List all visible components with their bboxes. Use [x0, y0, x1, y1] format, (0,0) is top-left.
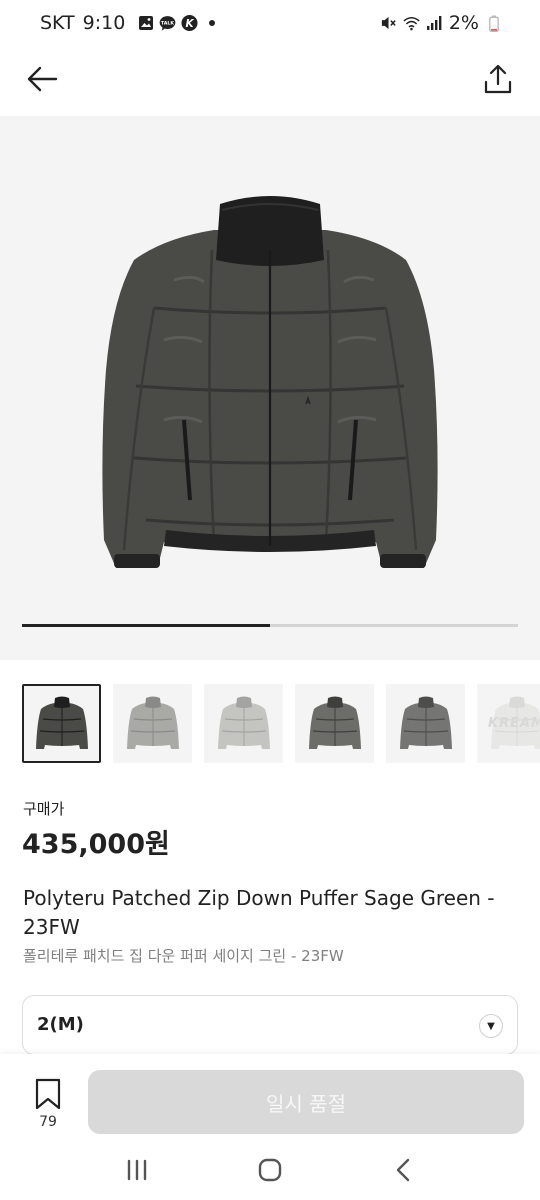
system-back-button[interactable] [373, 1145, 433, 1195]
bookmark-count: 79 [39, 1114, 57, 1130]
thumbnail-jacket-image [308, 696, 361, 749]
thumbnail-6[interactable]: KREAM [477, 684, 540, 763]
thumbnail-4[interactable] [295, 684, 374, 763]
bookmark-button[interactable]: 79 [28, 1078, 68, 1130]
wifi-icon [403, 15, 420, 32]
svg-text:TALK: TALK [161, 20, 175, 26]
share-button[interactable] [478, 59, 518, 99]
kream-watermark: KREAM [488, 716, 540, 731]
recent-apps-icon [127, 1159, 146, 1181]
product-title-en: Polyteru Patched Zip Down Puffer Sage Gr… [23, 886, 495, 939]
kakao-k-icon: K [181, 14, 198, 32]
bottom-action-bar: 79 일시 품절 [0, 1054, 540, 1140]
price-value: 435,000원 [22, 829, 170, 860]
notification-icons: TALK K [137, 14, 220, 32]
chevron-down-icon: ▼ [479, 1014, 503, 1038]
app-bar [0, 46, 540, 112]
back-arrow-icon [27, 66, 58, 92]
carrier: SKT [40, 12, 75, 34]
clock: 9:10 [82, 12, 126, 34]
thumbnail-2[interactable] [113, 684, 192, 763]
status-right: 2% [380, 12, 502, 34]
battery-icon [485, 15, 502, 32]
signal-icon [426, 15, 443, 32]
back-icon [397, 1158, 410, 1182]
thumbnail-jacket-image [35, 696, 88, 749]
thumbnail-jacket-image [126, 696, 179, 749]
system-nav-bar [0, 1140, 540, 1200]
thumbnail-strip: KREAM [22, 684, 540, 764]
recent-apps-button[interactable] [107, 1145, 167, 1195]
carousel-progress-fill [22, 624, 270, 627]
product-title-ko: 폴리테루 패치드 집 다운 퍼퍼 세이지 그린 - 23FW [23, 947, 344, 965]
thumbnail-5[interactable] [386, 684, 465, 763]
mute-icon [380, 15, 397, 32]
size-select-value: 2(M) [37, 1014, 84, 1035]
product-image-carousel[interactable] [0, 116, 540, 660]
home-button[interactable] [240, 1145, 300, 1195]
share-icon [484, 64, 512, 94]
back-button[interactable] [22, 59, 62, 99]
thumbnail-jacket-image [217, 696, 270, 749]
price-label: 구매가 [23, 800, 65, 818]
battery-percent: 2% [448, 12, 479, 34]
product-image [102, 196, 438, 568]
carousel-progress-track [22, 624, 518, 627]
thumbnail-1[interactable] [22, 684, 101, 763]
talk-icon: TALK [159, 15, 176, 32]
size-select[interactable]: 2(M) ▼ [22, 995, 518, 1055]
thumbnail-jacket-image [399, 696, 452, 749]
gallery-icon [137, 15, 154, 32]
sold-out-button[interactable]: 일시 품절 [88, 1070, 524, 1134]
thumbnail-3[interactable] [204, 684, 283, 763]
home-icon [258, 1158, 282, 1182]
svg-text:K: K [186, 18, 195, 30]
bookmark-icon [35, 1078, 61, 1110]
status-left: SKT 9:10 TALK K [40, 12, 220, 34]
status-bar: SKT 9:10 TALK K 2% [0, 0, 540, 46]
dot-icon [203, 15, 220, 32]
